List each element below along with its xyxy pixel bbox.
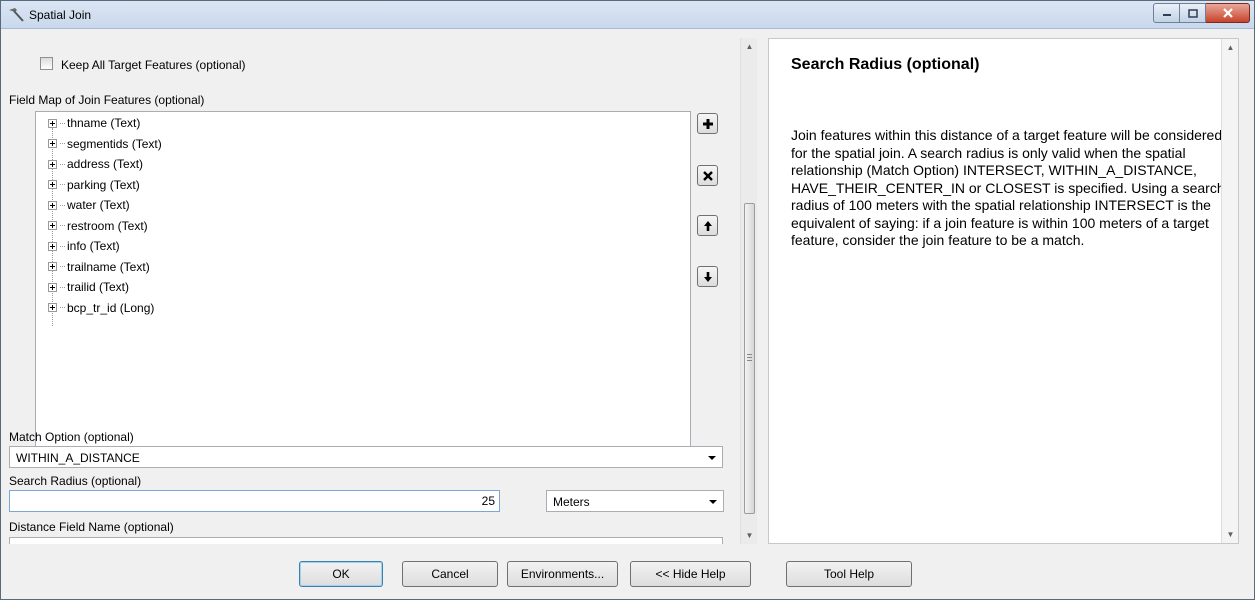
chevron-down-icon [709,500,717,504]
field-map-item[interactable]: address (Text) [48,155,143,173]
field-map-item-label: trailname (Text) [67,259,150,274]
field-map-label: Field Map of Join Features (optional) [9,93,205,107]
parameters-pane: Keep All Target Features (optional) Fiel… [9,38,759,544]
expand-plus-icon[interactable] [48,282,57,292]
ok-button[interactable]: OK [299,561,383,587]
search-radius-label: Search Radius (optional) [9,474,142,488]
parameters-scrollbar[interactable]: ▲ ▼ [740,38,757,544]
field-map-item[interactable]: parking (Text) [48,176,140,194]
arrow-down-icon [703,271,712,282]
plus-icon [702,118,713,129]
field-map-item[interactable]: info (Text) [48,237,120,255]
close-icon [1222,8,1233,18]
window-title: Spatial Join [29,8,92,22]
expand-plus-icon[interactable] [48,180,57,189]
move-down-button[interactable] [697,266,718,287]
field-map-item[interactable]: trailname (Text) [48,258,150,276]
spatial-join-window: Spatial Join Keep All Target Features (o… [0,0,1255,600]
window-controls [1153,3,1250,23]
hide-help-button[interactable]: << Hide Help [630,561,751,587]
minimize-button[interactable] [1153,3,1180,23]
field-map-item-label: thname (Text) [67,116,141,130]
maximize-icon [1187,8,1198,18]
expand-plus-icon[interactable] [48,118,57,128]
add-field-button[interactable] [697,113,718,134]
move-up-button[interactable] [697,215,718,236]
grip-line [747,360,752,361]
grip-line [747,357,752,358]
search-radius-input[interactable] [9,490,500,512]
tree-connector-dots [60,266,65,267]
tree-connector-dots [60,245,65,247]
field-map-item-label: segmentids (Text) [67,136,162,151]
scrollbar-thumb[interactable] [744,203,755,514]
x-icon [702,170,713,181]
field-map-item-label: restroom (Text) [67,218,148,233]
expand-plus-icon[interactable] [48,303,57,312]
help-scrollbar[interactable]: ▲ ▼ [1221,39,1238,543]
field-map-item-label: address (Text) [67,157,144,171]
cancel-button[interactable]: Cancel [402,561,498,587]
expand-plus-icon[interactable] [48,159,57,169]
field-map-item[interactable]: restroom (Text) [48,217,148,235]
chevron-down-icon [708,456,716,460]
match-option-label: Match Option (optional) [9,430,134,444]
tree-connector-dots [60,122,65,124]
expand-plus-icon[interactable] [48,221,57,230]
arrow-up-icon [703,220,712,231]
field-map-item-label: trailid (Text) [67,280,130,294]
title-bar[interactable]: Spatial Join [1,1,1254,29]
expand-plus-icon[interactable] [48,262,57,271]
distance-field-label: Distance Field Name (optional) [9,520,174,534]
distance-field-input[interactable] [9,537,723,544]
grip-line [747,354,752,355]
tool-help-button[interactable]: Tool Help [786,561,912,587]
field-map-list[interactable]: thname (Text) segmentids (Text) address (T… [35,111,691,451]
keep-all-target-label: Keep All Target Features (optional) [61,58,246,72]
search-radius-unit-select[interactable]: Meters [546,490,724,512]
scroll-up-arrow-icon[interactable]: ▲ [1222,39,1239,56]
tree-connector-dots [60,286,65,288]
tree-connector-dots [60,204,65,206]
field-map-item[interactable]: water (Text) [48,196,130,214]
expand-plus-icon[interactable] [48,241,57,251]
tree-connector-dots [60,163,65,165]
tree-connector-dots [60,184,65,185]
field-map-item[interactable]: thname (Text) [48,114,140,132]
hammer-icon [9,8,24,22]
help-title: Search Radius (optional) [791,56,980,73]
help-body: Join features within this distance of a … [791,127,1225,248]
match-option-value: WITHIN_A_DISTANCE [16,451,140,465]
expand-plus-icon[interactable] [48,200,57,210]
field-map-item-label: water (Text) [67,198,130,212]
field-map-item[interactable]: bcp_tr_id (Long) [48,299,154,317]
field-map-item[interactable]: segmentids (Text) [48,135,162,153]
field-map-item-label: bcp_tr_id (Long) [67,300,155,315]
tree-connector-dots [60,143,65,144]
close-button[interactable] [1206,3,1250,23]
field-map-item-label: info (Text) [67,239,120,253]
tree-connector-dots [60,307,65,308]
tree-connector-dots [60,225,65,226]
expand-plus-icon[interactable] [48,139,57,148]
match-option-select[interactable]: WITHIN_A_DISTANCE [9,446,723,468]
environments-button[interactable]: Environments... [507,561,618,587]
scroll-down-arrow-icon[interactable]: ▼ [1222,526,1239,543]
minimize-icon [1162,14,1171,16]
field-map-item[interactable]: trailid (Text) [48,278,129,296]
scroll-down-arrow-icon[interactable]: ▼ [741,527,758,544]
search-radius-unit-value: Meters [553,495,590,509]
keep-all-target-checkbox[interactable] [40,57,53,70]
remove-field-button[interactable] [697,165,718,186]
scroll-up-arrow-icon[interactable]: ▲ [741,38,758,55]
help-pane: Search Radius (optional) Join features w… [768,38,1239,544]
maximize-button[interactable] [1180,3,1206,23]
field-map-item-label: parking (Text) [67,177,140,192]
